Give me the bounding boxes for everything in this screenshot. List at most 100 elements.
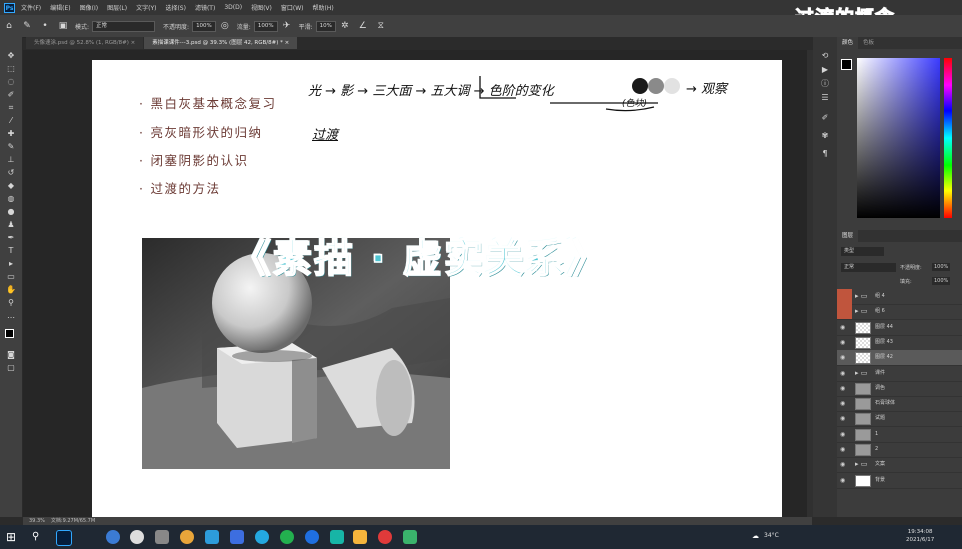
windows-start-icon[interactable]: ⊞ [6, 530, 20, 544]
zoom-tool-icon[interactable]: ⚲ [6, 298, 16, 308]
layer-row[interactable]: ◉ 2 [837, 442, 962, 458]
eye-icon[interactable]: ◉ [840, 411, 850, 426]
tab-document-2[interactable]: 素描课课件---3.psd @ 39.3% (图层 42, RGB/8#) * … [144, 37, 298, 49]
menu-window[interactable]: 窗口(W) [281, 3, 304, 12]
clock[interactable]: 19:34:08 2021/6/17 [906, 528, 934, 544]
menu-3d[interactable]: 3D(D) [224, 4, 242, 11]
menu-file[interactable]: 文件(F) [21, 3, 41, 12]
layer-row[interactable]: ◉ 图层 43 [837, 335, 962, 351]
pressure-opacity-icon[interactable]: ◎ [220, 21, 230, 31]
layer-fill-field[interactable]: 100% [932, 277, 951, 285]
layer-opacity-field[interactable]: 100% [932, 263, 951, 271]
airbrush-icon[interactable]: ✈ [282, 21, 292, 31]
blur-tool-icon[interactable]: ● [6, 207, 16, 217]
layer-row[interactable]: ◉ 调色 [837, 381, 962, 397]
hue-slider[interactable] [944, 58, 952, 218]
home-icon[interactable]: ⌂ [4, 21, 14, 31]
gear-icon[interactable]: ✲ [340, 21, 350, 31]
app-icon[interactable] [230, 530, 244, 544]
blend-mode-select[interactable]: 正常 [841, 263, 896, 272]
healing-brush-icon[interactable]: ✚ [6, 129, 16, 139]
menu-type[interactable]: 文字(Y) [136, 3, 156, 12]
menu-select[interactable]: 选择(S) [165, 3, 186, 12]
lasso-tool-icon[interactable]: ◌ [6, 77, 16, 87]
eraser-tool-icon[interactable]: ◆ [6, 181, 16, 191]
hand-tool-icon[interactable]: ✋ [6, 285, 16, 295]
color-picker-field[interactable] [857, 58, 940, 218]
layer-row[interactable]: ◉ 石膏球体 [837, 396, 962, 413]
app-icon[interactable] [305, 530, 319, 544]
layer-row[interactable]: ◉ 图层 42 [837, 350, 962, 367]
foreground-color-swatch[interactable] [5, 329, 14, 338]
browser-icon[interactable] [106, 530, 120, 544]
more-tools-icon[interactable]: ⋯ [6, 313, 16, 323]
tab-swatches[interactable]: 色板 [858, 37, 879, 49]
path-select-icon[interactable]: ▸ [6, 259, 16, 269]
symmetry-icon[interactable]: ⧖ [376, 21, 386, 31]
history-panel-icon[interactable]: ⟲ [820, 51, 830, 61]
tab-document-1[interactable]: 头像速涂.psd @ 52.8% (1, RGB/8#) × [26, 37, 144, 49]
layer-row[interactable]: ◉ 图层 44 [837, 320, 962, 336]
opacity-field[interactable]: 100% [192, 20, 216, 32]
menu-filter[interactable]: 滤镜(T) [195, 3, 215, 12]
weather-icon[interactable]: ☁ [752, 532, 759, 540]
smooth-field[interactable]: 10% [315, 20, 336, 32]
app-icon[interactable] [255, 530, 269, 544]
eye-icon[interactable]: ◉ [840, 473, 850, 488]
photoshop-taskbar-icon[interactable] [56, 530, 72, 546]
layer-row[interactable]: ▸ ▭ 组 4 [837, 289, 962, 305]
brush-tool-icon[interactable]: ✎ [22, 21, 32, 31]
shape-tool-icon[interactable]: ▭ [6, 272, 16, 282]
app-icon[interactable] [130, 530, 144, 544]
layer-row[interactable]: ◉ 1 [837, 427, 962, 443]
paint-bucket-icon[interactable]: ◍ [6, 194, 16, 204]
layer-row[interactable]: ▸ ▭ 组 6 [837, 304, 962, 321]
brush-panel-icon[interactable]: ▣ [58, 21, 68, 31]
menu-layer[interactable]: 图层(L) [107, 3, 127, 12]
eye-icon[interactable]: ◉ [840, 396, 850, 411]
layer-kind-filter[interactable]: 类型 [841, 247, 884, 256]
panel-foreground-swatch[interactable] [841, 59, 852, 70]
adjustments-icon[interactable]: ☰ [820, 93, 830, 103]
play-action-icon[interactable]: ▶ [820, 65, 830, 75]
eye-icon[interactable]: ◉ [840, 427, 850, 442]
eye-icon[interactable]: ◉ [840, 442, 850, 457]
type-tool-icon[interactable]: T [6, 246, 16, 256]
eye-icon[interactable]: ◉ [840, 457, 850, 472]
app-icon[interactable] [403, 530, 417, 544]
layer-row[interactable]: ◉ ▸ ▭ 文案 [837, 457, 962, 474]
eye-icon[interactable]: ◉ [840, 366, 850, 381]
marquee-tool-icon[interactable]: ⬚ [6, 64, 16, 74]
eye-icon[interactable]: ◉ [840, 350, 850, 365]
stamp-tool-icon[interactable]: ⊥ [6, 155, 16, 165]
layer-row[interactable]: ◉ ▸ ▭ 课件 [837, 366, 962, 382]
app-icon[interactable] [205, 530, 219, 544]
screen-mode-icon[interactable]: ▢ [6, 363, 16, 373]
app-icon[interactable] [353, 530, 367, 544]
menu-view[interactable]: 视图(V) [251, 3, 272, 12]
weather-temp[interactable]: 34°C [764, 532, 779, 539]
history-brush-icon[interactable]: ↺ [6, 168, 16, 178]
angle-icon[interactable]: ∠ [358, 21, 368, 31]
tab-layers[interactable]: 图层 [837, 230, 859, 242]
brush-settings-icon[interactable]: ✐ [820, 113, 830, 123]
tab-color[interactable]: 颜色 [837, 37, 859, 49]
menu-help[interactable]: 帮助(H) [313, 3, 334, 12]
crop-tool-icon[interactable]: ⌗ [6, 103, 16, 113]
mode-select[interactable]: 正常 [92, 20, 156, 32]
layer-row[interactable]: ◉ 背景 [837, 473, 962, 489]
zoom-level[interactable]: 39.3% [29, 517, 45, 525]
wechat-icon[interactable] [280, 530, 294, 544]
pen-tool-icon[interactable]: ✒ [6, 233, 16, 243]
flow-field[interactable]: 100% [253, 20, 278, 32]
quick-select-icon[interactable]: ✐ [6, 90, 16, 100]
app-icon[interactable] [155, 530, 169, 544]
paragraph-icon[interactable]: ¶ [820, 149, 830, 159]
layer-row[interactable]: ◉ 试题 [837, 411, 962, 428]
clone-source-icon[interactable]: ✾ [820, 131, 830, 141]
chrome-icon[interactable] [180, 530, 194, 544]
document-info[interactable]: 文档:9.27M/65.7M [51, 517, 95, 525]
eye-icon[interactable]: ◉ [840, 381, 850, 396]
menu-image[interactable]: 图像(I) [80, 3, 98, 12]
eye-icon[interactable]: ◉ [840, 320, 850, 335]
